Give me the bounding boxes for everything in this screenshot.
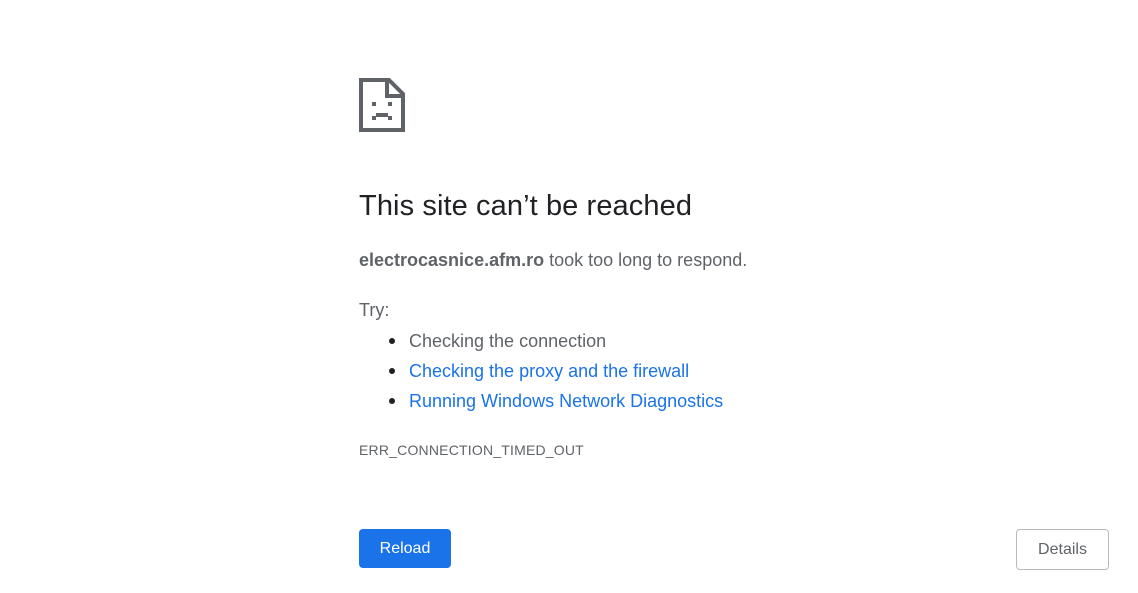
reload-button[interactable]: Reload [359,529,451,568]
suggestion-network-diagnostics: Running Windows Network Diagnostics [388,389,723,419]
message-suffix: took too long to respond. [544,250,748,270]
details-button[interactable]: Details [1016,529,1109,570]
network-diagnostics-link[interactable]: Running Windows Network Diagnostics [409,391,723,411]
error-code: ERR_CONNECTION_TIMED_OUT [359,442,584,458]
proxy-firewall-link[interactable]: Checking the proxy and the firewall [409,361,689,381]
page-title: This site can’t be reached [359,190,693,222]
suggestion-label: Checking the connection [409,331,607,351]
host-name: electrocasnice.afm.ro [359,250,545,270]
error-message: electrocasnice.afm.ro took too long to r… [359,250,747,271]
suggestion-check-proxy-firewall: Checking the proxy and the firewall [388,359,723,389]
try-label: Try: [359,300,390,320]
sad-document-icon [359,78,405,132]
suggestion-check-connection: Checking the connection [388,329,723,359]
suggestions-list: Checking the connection Checking the pro… [359,329,723,419]
error-page: This site can’t be reached electrocasnic… [0,0,1138,593]
